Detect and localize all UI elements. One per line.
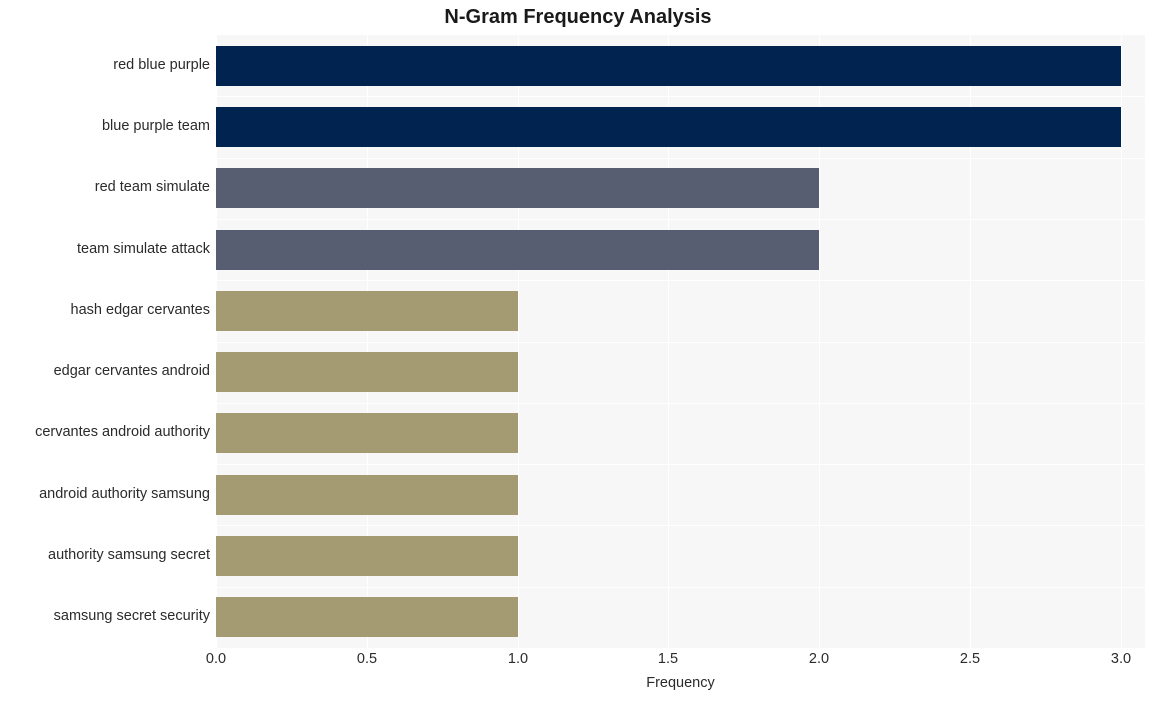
horizontal-gridline — [216, 587, 1145, 588]
x-axis-tick-label: 3.0 — [1110, 651, 1132, 667]
page-title: N-Gram Frequency Analysis — [444, 6, 712, 28]
plot-area — [216, 35, 1145, 648]
y-axis-tick-label: hash edgar cervantes — [70, 302, 210, 318]
y-axis-tick-label: authority samsung secret — [48, 547, 210, 563]
y-axis-tick-label: blue purple team — [101, 118, 210, 134]
x-axis-tick-label: 0.0 — [205, 651, 227, 667]
y-axis-tick-label: cervantes android authority — [35, 424, 210, 440]
bar — [216, 413, 518, 453]
y-axis-tick-label: red team simulate — [94, 179, 210, 195]
y-axis-tick-label: samsung secret security — [53, 608, 210, 624]
horizontal-gridline — [216, 403, 1145, 404]
x-axis-tick-label: 2.0 — [808, 651, 830, 667]
bar — [216, 168, 819, 208]
bar — [216, 46, 1121, 86]
x-axis-tick-label: 1.5 — [657, 651, 679, 667]
horizontal-gridline — [216, 464, 1145, 465]
y-axis-tick-label: edgar cervantes android — [53, 363, 210, 379]
chart-figure: N-Gram Frequency Analysis red blue purpl… — [0, 0, 1156, 701]
horizontal-gridline — [216, 219, 1145, 220]
bar — [216, 230, 819, 270]
y-axis-tick-label: android authority samsung — [39, 486, 210, 502]
horizontal-gridline — [216, 342, 1145, 343]
y-axis-tick-label: team simulate attack — [77, 241, 210, 257]
x-axis-tick-label: 2.5 — [959, 651, 981, 667]
horizontal-gridline — [216, 525, 1145, 526]
horizontal-gridline — [216, 96, 1145, 97]
y-axis-tick-label: red blue purple — [113, 57, 210, 73]
bar — [216, 475, 518, 515]
horizontal-gridline — [216, 280, 1145, 281]
bar — [216, 107, 1121, 147]
x-axis-label: Frequency — [646, 675, 715, 691]
bar — [216, 291, 518, 331]
x-axis-tick-label: 1.0 — [507, 651, 529, 667]
bar — [216, 597, 518, 637]
horizontal-gridline — [216, 158, 1145, 159]
x-axis-tick-label: 0.5 — [356, 651, 378, 667]
bar — [216, 536, 518, 576]
bar — [216, 352, 518, 392]
